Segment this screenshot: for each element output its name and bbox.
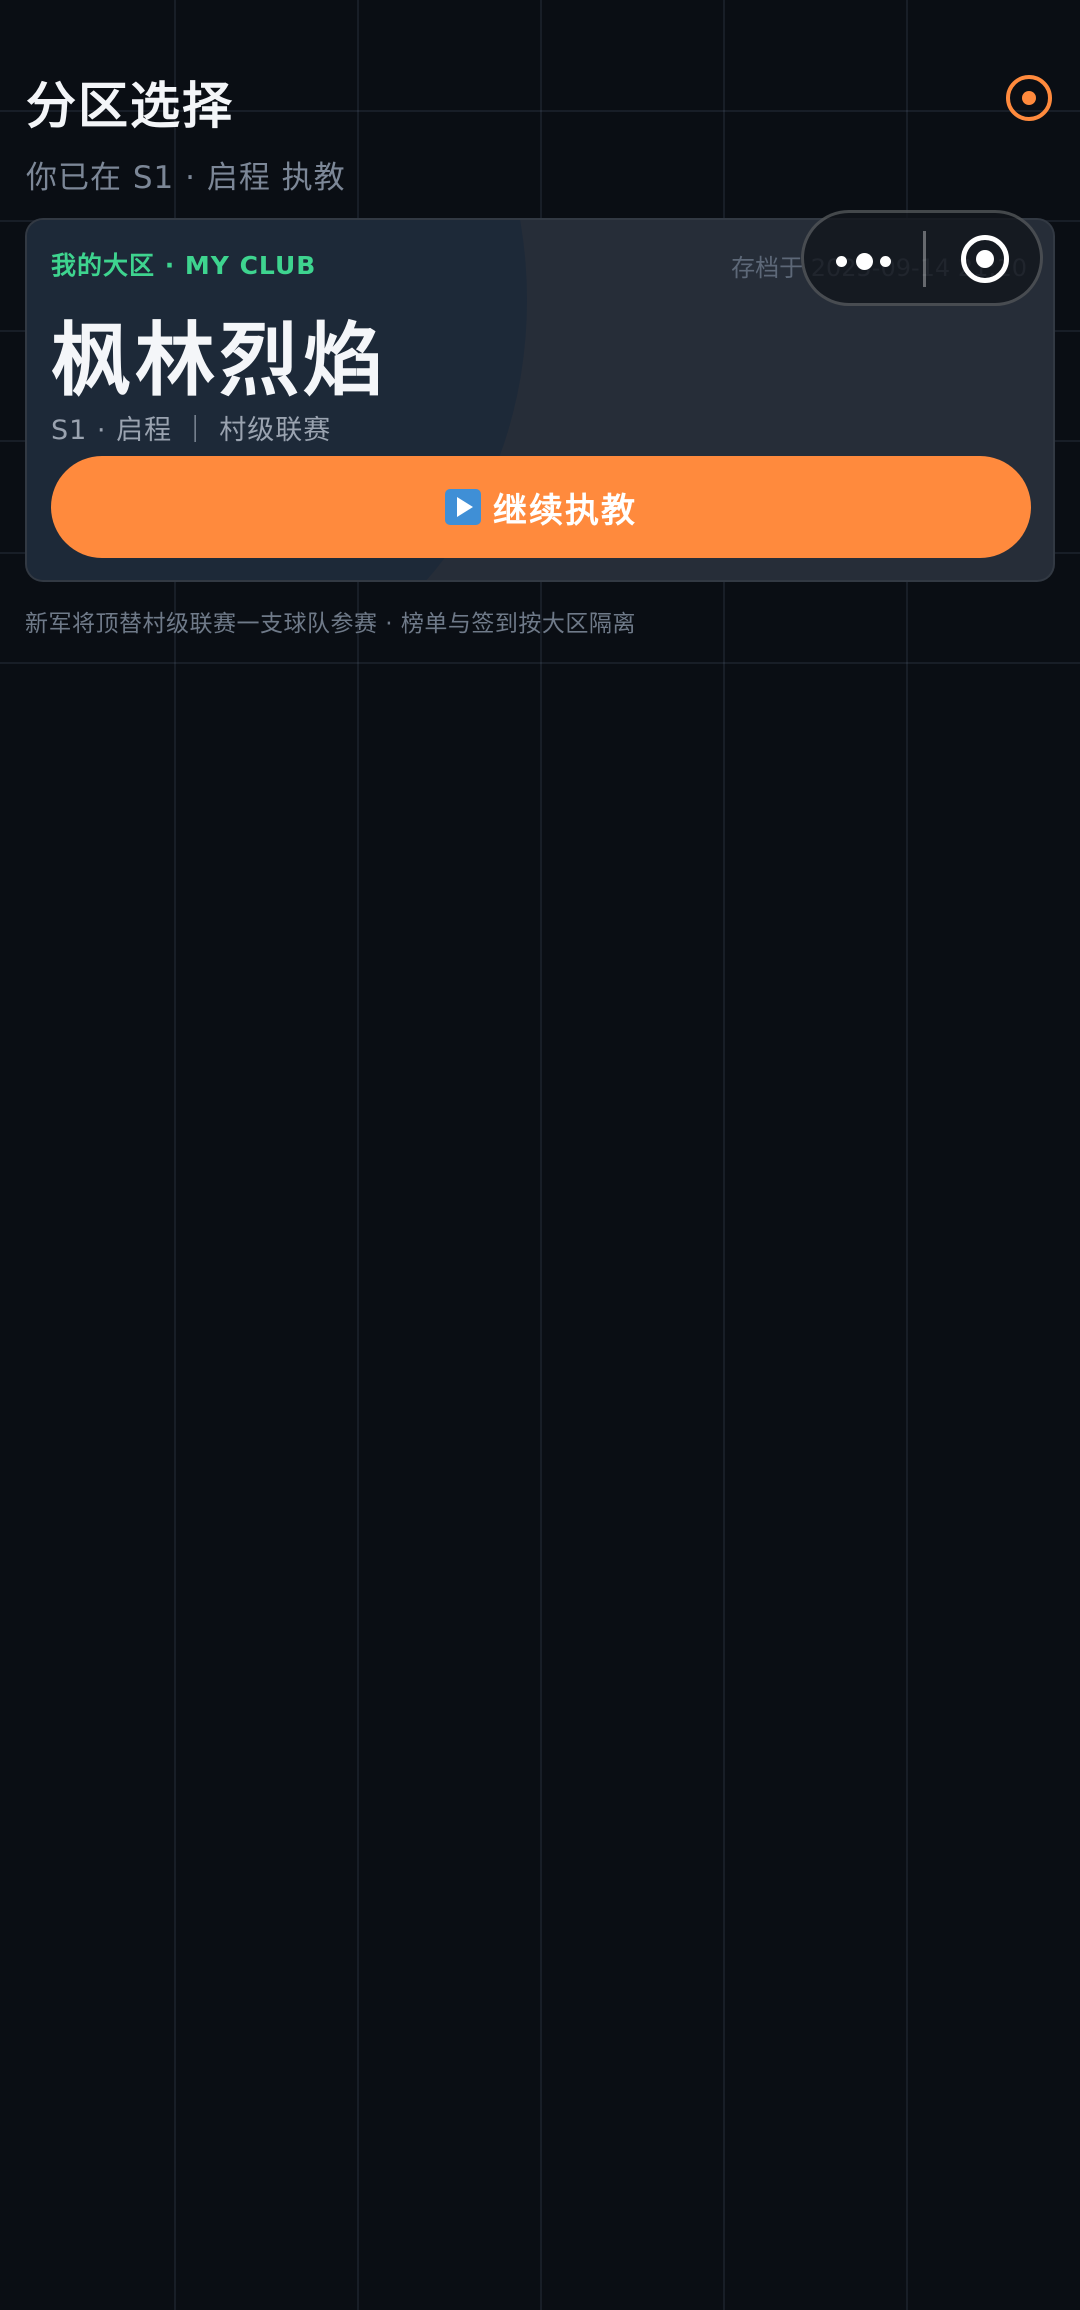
- capsule-divider: [923, 231, 926, 287]
- mini-program-capsule: [801, 210, 1043, 306]
- target-close-icon[interactable]: [961, 235, 1009, 283]
- club-meta: S1 · 启程 ｜ 村级联赛: [51, 415, 332, 446]
- club-name: 枫林烈焰: [51, 314, 387, 407]
- card-label: 我的大区 · MY CLUB: [51, 251, 317, 280]
- locate-button[interactable]: [1006, 75, 1052, 121]
- play-icon: [445, 489, 481, 525]
- page-title: 分区选择: [26, 77, 234, 135]
- more-dots-icon[interactable]: [836, 252, 892, 270]
- continue-button-label: 继续执教: [493, 490, 637, 531]
- continue-coaching-button[interactable]: 继续执教: [51, 456, 1031, 558]
- grid-line: [0, 662, 1080, 664]
- footnote-text: 新军将顶替村级联赛一支球队参赛 · 榜单与签到按大区隔离: [25, 611, 636, 637]
- zone-select-page: 分区选择 你已在 S1 · 启程 执教 我的大区 · MY CLUB 存档于 2…: [0, 0, 1080, 2310]
- target-icon: [1022, 91, 1036, 105]
- page-subtitle: 你已在 S1 · 启程 执教: [26, 160, 346, 196]
